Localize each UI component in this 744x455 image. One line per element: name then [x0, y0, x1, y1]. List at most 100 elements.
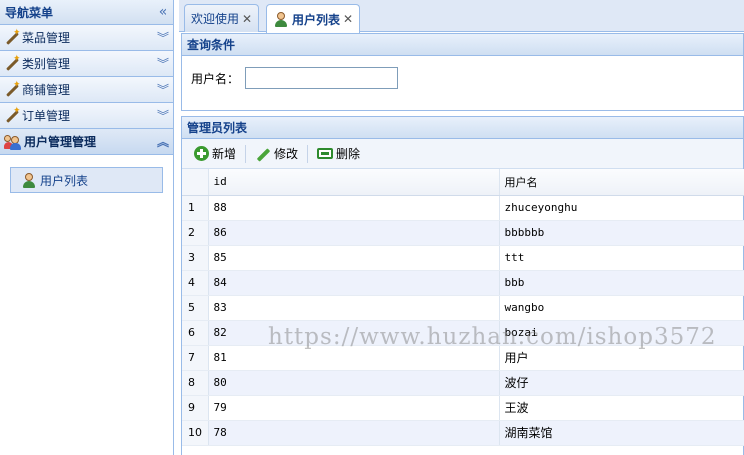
- username-input[interactable]: [245, 67, 399, 89]
- row-number: 8: [182, 370, 209, 396]
- nav-title: 导航菜单: [5, 5, 54, 20]
- tab-bar: 欢迎使用 ✕ 用户列表 ✕: [179, 0, 744, 33]
- row-number: 9: [182, 395, 209, 421]
- edit-button[interactable]: 修改: [249, 142, 304, 166]
- cell-id: 82: [208, 320, 500, 346]
- username-label: 用户名：: [191, 71, 240, 86]
- nav-item-shops[interactable]: 商铺管理 ︾: [0, 77, 173, 103]
- cell-username: bozai: [499, 320, 744, 346]
- cell-id: 80: [208, 370, 500, 396]
- row-number: 3: [182, 245, 209, 271]
- table-row[interactable]: 7 81 用户: [182, 345, 744, 371]
- nav-item-dishes[interactable]: 菜品管理 ︾: [0, 25, 173, 51]
- tab-user-list[interactable]: 用户列表 ✕: [266, 4, 361, 33]
- column-header-id[interactable]: id: [208, 169, 500, 196]
- close-icon[interactable]: ✕: [343, 12, 353, 26]
- admin-table: id 用户名 1 88 zhuceyonghu 2 86 bbbbbb 3 85: [182, 169, 744, 446]
- double-chevron-down-icon: ︾: [156, 83, 169, 97]
- cell-id: 81: [208, 345, 500, 371]
- list-panel-title: 管理员列表: [182, 117, 743, 139]
- query-panel: 查询条件 用户名：: [181, 33, 744, 111]
- cell-username: bbb: [499, 270, 744, 296]
- toolbar-separator: [245, 144, 247, 163]
- row-number: 7: [182, 345, 209, 371]
- nav-item-orders[interactable]: 订单管理 ︾: [0, 103, 173, 129]
- cell-username: 波仔: [499, 370, 744, 396]
- table-row[interactable]: 10 78 湖南菜馆: [182, 420, 744, 446]
- admin-list-panel: 管理员列表 新增 修改 删除 id 用户名 1 88 zhuceyonghu 2…: [181, 116, 744, 455]
- nav-item-label: 订单管理: [22, 109, 71, 123]
- cell-id: 88: [208, 195, 500, 221]
- pencil-icon: [255, 146, 271, 162]
- delete-button-label: 删除: [336, 147, 361, 161]
- cell-username: wangbo: [499, 295, 744, 321]
- users-icon: [4, 134, 22, 150]
- cell-username: 湖南菜馆: [499, 420, 744, 446]
- table-row[interactable]: 3 85 ttt: [182, 245, 744, 271]
- double-chevron-up-icon: ︽: [156, 135, 169, 149]
- wand-icon: [4, 28, 21, 46]
- query-panel-title: 查询条件: [182, 34, 743, 56]
- toolbar-separator: [307, 144, 309, 163]
- table-row[interactable]: 9 79 王波: [182, 395, 744, 421]
- close-icon[interactable]: ✕: [242, 12, 252, 26]
- nav-item-user-management[interactable]: 用户管理管理 ︽: [0, 129, 173, 155]
- user-icon: [21, 172, 37, 188]
- nav-sub-item-user-list[interactable]: 用户列表: [10, 167, 163, 193]
- delete-button[interactable]: 删除: [311, 142, 366, 166]
- cell-id: 86: [208, 220, 500, 246]
- cell-username: zhuceyonghu: [499, 195, 744, 221]
- cell-id: 79: [208, 395, 500, 421]
- cell-username: ttt: [499, 245, 744, 271]
- nav-item-label: 类别管理: [22, 57, 71, 71]
- list-toolbar: 新增 修改 删除: [182, 139, 743, 169]
- cell-username: 用户: [499, 345, 744, 371]
- nav-item-label: 商铺管理: [22, 83, 71, 97]
- table-row[interactable]: 1 88 zhuceyonghu: [182, 195, 744, 221]
- plus-icon: [194, 146, 209, 161]
- edit-button-label: 修改: [274, 147, 299, 161]
- main-area: 欢迎使用 ✕ 用户列表 ✕ 查询条件 用户名： 管理员列表 新增 修改 删除 i…: [179, 0, 744, 455]
- tab-label: 欢迎使用: [191, 12, 240, 26]
- minus-icon: [317, 148, 334, 159]
- query-row: 用户名：: [182, 56, 743, 89]
- nav-sub-item-label: 用户列表: [40, 173, 89, 188]
- cell-id: 84: [208, 270, 500, 296]
- table-header-row: id 用户名: [182, 169, 744, 196]
- add-button-label: 新增: [212, 147, 237, 161]
- table-row[interactable]: 4 84 bbb: [182, 270, 744, 296]
- nav-sub-panel: 用户列表: [0, 155, 173, 205]
- nav-item-categories[interactable]: 类别管理 ︾: [0, 51, 173, 77]
- cell-username: bbbbbb: [499, 220, 744, 246]
- row-number: 6: [182, 320, 209, 346]
- user-icon: [273, 11, 289, 27]
- tab-label: 用户列表: [292, 12, 341, 27]
- double-chevron-down-icon: ︾: [156, 109, 169, 123]
- table-row[interactable]: 2 86 bbbbbb: [182, 220, 744, 246]
- nav-header: 导航菜单 «: [0, 0, 173, 25]
- row-number: 2: [182, 220, 209, 246]
- row-number: 10: [182, 420, 209, 446]
- double-chevron-down-icon: ︾: [156, 31, 169, 45]
- cell-id: 83: [208, 295, 500, 321]
- cell-id: 85: [208, 245, 500, 271]
- add-button[interactable]: 新增: [188, 142, 242, 166]
- tab-welcome[interactable]: 欢迎使用 ✕: [184, 4, 260, 32]
- wand-icon: [4, 80, 21, 98]
- table-row[interactable]: 8 80 波仔: [182, 370, 744, 396]
- cell-username: 王波: [499, 395, 744, 421]
- cell-id: 78: [208, 420, 500, 446]
- row-number-header: [182, 169, 209, 196]
- row-number: 1: [182, 195, 209, 221]
- table-row[interactable]: 5 83 wangbo: [182, 295, 744, 321]
- double-chevron-down-icon: ︾: [156, 57, 169, 71]
- column-header-username[interactable]: 用户名: [499, 169, 744, 196]
- wand-icon: [4, 106, 21, 124]
- nav-item-label: 菜品管理: [22, 31, 71, 45]
- table-row[interactable]: 6 82 bozai: [182, 320, 744, 346]
- row-number: 4: [182, 270, 209, 296]
- double-chevron-left-icon[interactable]: «: [153, 4, 173, 20]
- wand-icon: [4, 54, 21, 72]
- navigation-panel: 导航菜单 « 菜品管理 ︾ 类别管理 ︾ 商铺管理 ︾ 订单管理 ︾ 用户管理管…: [0, 0, 174, 455]
- nav-item-label: 用户管理管理: [24, 135, 97, 149]
